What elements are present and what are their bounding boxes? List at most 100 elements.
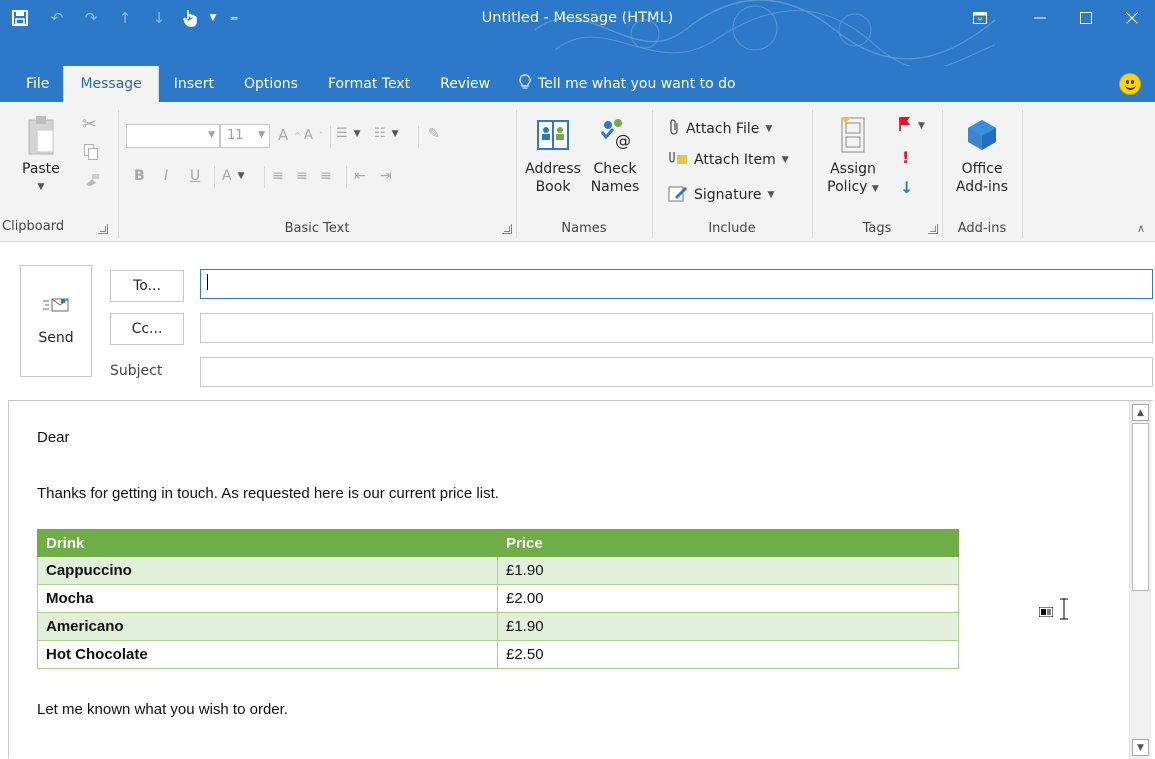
maximize-icon[interactable] <box>1063 0 1109 36</box>
touch-mode-dropdown-icon[interactable]: ▼ <box>204 0 222 36</box>
tags-dialog-launcher[interactable] <box>928 224 938 234</box>
feedback-smiley-icon[interactable] <box>1119 73 1141 95</box>
paste-button[interactable]: Paste ▼ <box>22 112 60 196</box>
follow-up-flag-button[interactable]: ▼ <box>898 116 925 136</box>
close-icon[interactable] <box>1109 0 1155 36</box>
window-title: Untitled - Message (HTML) <box>481 10 674 26</box>
cc-button[interactable]: Cc... <box>110 313 184 345</box>
ribbon-separator <box>330 126 331 148</box>
text-cursor <box>207 274 208 290</box>
include-group: Attach File ▼ Attach Item ▼ Signature ▼ Inc… <box>652 102 812 240</box>
font-name-box[interactable]: ▼ <box>126 124 220 148</box>
price-cell: £2.00 <box>497 584 959 613</box>
price-cell: £1.90 <box>497 612 959 641</box>
tab-review[interactable]: Review <box>425 66 505 102</box>
office-addins-icon <box>964 112 1000 158</box>
grow-font-icon[interactable]: A ^ <box>278 126 301 144</box>
ribbon-display-options-icon[interactable] <box>957 0 1003 36</box>
shrink-font-icon[interactable]: Aˇ <box>304 128 323 143</box>
format-painter-icon[interactable] <box>84 172 100 191</box>
font-color-button[interactable]: A ▼ <box>222 168 245 184</box>
message-body[interactable]: Dear Thanks for getting in touch. As req… <box>8 400 1153 759</box>
closing-text: Let me known what you wish to order. <box>37 701 288 718</box>
table-insert-handle-icon[interactable] <box>1038 602 1054 621</box>
table-row: Hot Chocolate £2.50 <box>37 640 959 669</box>
to-button[interactable]: To... <box>110 270 184 302</box>
align-right-icon[interactable]: ≡ <box>320 168 332 184</box>
addins-group: Office Add-ins Add-ins <box>942 102 1022 240</box>
clear-formatting-icon[interactable]: ✎ <box>428 126 440 142</box>
tell-me-box[interactable]: Tell me what you want to do <box>505 66 736 102</box>
minimize-icon[interactable] <box>1017 0 1063 36</box>
touch-mode-icon[interactable] <box>176 0 204 36</box>
tab-format-text[interactable]: Format Text <box>313 66 425 102</box>
font-size-box[interactable]: 11 ▼ <box>220 124 270 148</box>
customize-qat-icon[interactable]: ═ <box>222 0 246 36</box>
drink-cell: Americano <box>37 612 498 641</box>
subject-field[interactable] <box>200 357 1153 387</box>
scroll-up-icon[interactable]: ▲ <box>1132 404 1149 421</box>
underline-button[interactable]: U <box>190 168 200 184</box>
bold-button[interactable]: B <box>134 168 145 184</box>
assign-policy-button[interactable]: Assign Policy ▼ <box>824 112 882 198</box>
paperclip-icon <box>668 118 680 140</box>
office-addins-button[interactable]: Office Add-ins <box>948 112 1016 196</box>
tags-group: Assign Policy ▼ ▼ ! ↓ Tags <box>812 102 942 240</box>
tab-message[interactable]: Message <box>63 66 159 102</box>
ibeam-icon <box>1059 597 1069 625</box>
send-button[interactable]: Send <box>20 265 92 377</box>
undo-icon[interactable]: ↶ <box>40 0 74 36</box>
tab-insert[interactable]: Insert <box>159 66 229 102</box>
table-header-drink: Drink <box>37 529 498 557</box>
decrease-indent-icon[interactable]: ⇤ <box>354 168 366 184</box>
align-center-icon[interactable]: ≡ <box>296 168 308 184</box>
body-scrollbar[interactable]: ▲ ▼ <box>1129 401 1151 759</box>
signature-button[interactable]: Signature ▼ <box>668 184 774 206</box>
ribbon-separator <box>418 126 419 148</box>
copy-icon[interactable] <box>84 144 98 164</box>
clipboard-dialog-launcher[interactable] <box>98 224 108 234</box>
tab-file[interactable]: File <box>0 66 63 102</box>
table-row: Cappuccino £1.90 <box>37 556 959 585</box>
align-left-icon[interactable]: ≡ <box>272 168 284 184</box>
to-field[interactable] <box>200 269 1153 299</box>
paste-label: Paste <box>22 161 60 177</box>
address-book-button[interactable]: Address Book <box>522 112 584 196</box>
drink-cell: Mocha <box>37 584 498 613</box>
low-importance-icon[interactable]: ↓ <box>900 178 913 197</box>
tab-options[interactable]: Options <box>229 66 313 102</box>
bullets-icon[interactable]: ☰ ▼ <box>336 126 361 141</box>
numbering-icon[interactable]: ☷ ▼ <box>374 126 399 141</box>
collapse-ribbon-icon[interactable]: ∧ <box>1137 222 1145 235</box>
attach-item-button[interactable]: Attach Item ▼ <box>668 150 789 170</box>
attach-item-icon <box>668 150 688 170</box>
basic-text-dialog-launcher[interactable] <box>502 224 512 234</box>
drink-cell: Hot Chocolate <box>37 640 498 669</box>
names-group: Address Book @ Check Names Names <box>516 102 652 240</box>
save-icon[interactable] <box>0 0 40 36</box>
ribbon-separator <box>1022 110 1023 238</box>
ribbon-tabs: File Message Insert Options Format Text … <box>0 66 1155 102</box>
ribbon-separator <box>264 166 265 188</box>
cc-field[interactable] <box>200 313 1153 343</box>
assign-policy-icon <box>838 112 868 158</box>
paste-dropdown-icon[interactable]: ▼ <box>37 178 44 196</box>
intro-text: Thanks for getting in touch. As requeste… <box>37 485 499 502</box>
table-header-price: Price <box>497 529 959 557</box>
greeting-text: Dear <box>37 429 70 446</box>
attach-file-button[interactable]: Attach File ▼ <box>668 118 772 140</box>
increase-indent-icon[interactable]: ⇥ <box>380 168 392 184</box>
scrollbar-thumb[interactable] <box>1132 423 1149 591</box>
price-table: Drink Price Cappuccino £1.90 Mocha £2.00… <box>37 529 959 669</box>
high-importance-button[interactable]: ! <box>902 148 909 167</box>
ribbon: File Message Insert Options Format Text … <box>0 66 1155 242</box>
check-names-button[interactable]: @ Check Names <box>586 112 644 196</box>
redo-icon[interactable]: ↷ <box>74 0 108 36</box>
previous-item-icon[interactable]: ↑ <box>108 0 142 36</box>
compose-area: Send To... Cc... Subject Dear Thanks for… <box>0 243 1155 759</box>
italic-button[interactable]: I <box>164 168 168 184</box>
flag-icon <box>898 116 912 136</box>
scroll-down-icon[interactable]: ▼ <box>1132 739 1149 756</box>
cut-icon[interactable]: ✂ <box>82 114 97 135</box>
next-item-icon[interactable]: ↓ <box>142 0 176 36</box>
